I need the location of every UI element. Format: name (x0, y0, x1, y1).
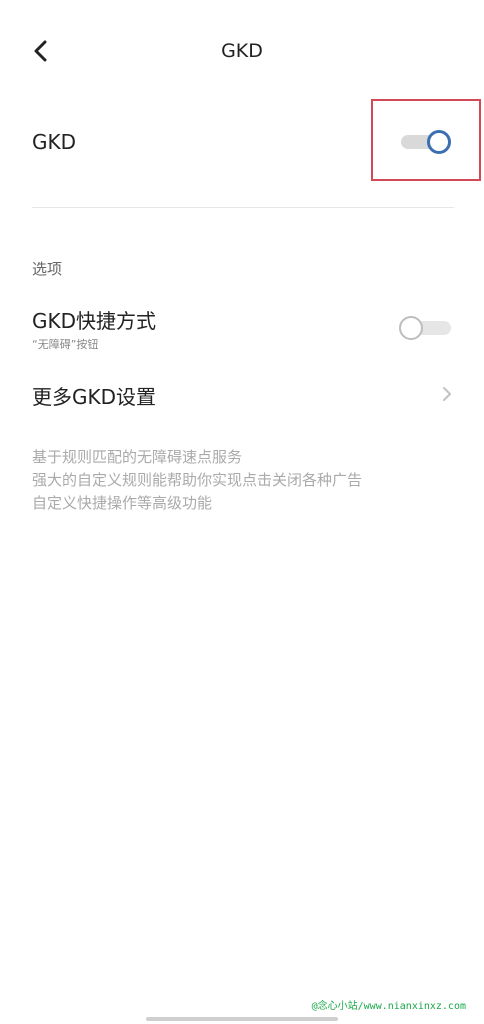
watermark: @念心小站/www.nianxinxz.com (311, 1001, 466, 1012)
more-settings-label: 更多GKD设置 (32, 385, 157, 409)
chevron-right-icon (443, 387, 451, 401)
shortcut-switch[interactable] (399, 316, 453, 340)
gkd-service-switch[interactable] (399, 130, 453, 154)
description-line: 强大的自定义规则能帮助你实现点击关闭各种广告 (32, 471, 363, 489)
description-line: 基于规则匹配的无障碍速点服务 (32, 448, 243, 466)
home-indicator[interactable] (146, 1017, 338, 1021)
more-settings-row[interactable]: 更多GKD设置 (32, 381, 454, 410)
shortcut-sublabel: “无障碍”按钮 (32, 338, 99, 351)
description-line: 自定义快捷操作等高级功能 (32, 494, 213, 512)
page-title: GKD (221, 40, 263, 62)
shortcut-label: GKD快捷方式 (32, 309, 157, 333)
switch-thumb (399, 316, 423, 340)
divider (32, 207, 454, 208)
description: 基于规则匹配的无障碍速点服务 强大的自定义规则能帮助你实现点击关闭各种广告 自定… (32, 446, 362, 515)
section-title: 选项 (32, 260, 63, 278)
shortcut-row[interactable]: GKD快捷方式 “无障碍”按钮 (32, 305, 454, 352)
switch-thumb (427, 130, 451, 154)
top-app-bar: GKD (0, 0, 484, 100)
